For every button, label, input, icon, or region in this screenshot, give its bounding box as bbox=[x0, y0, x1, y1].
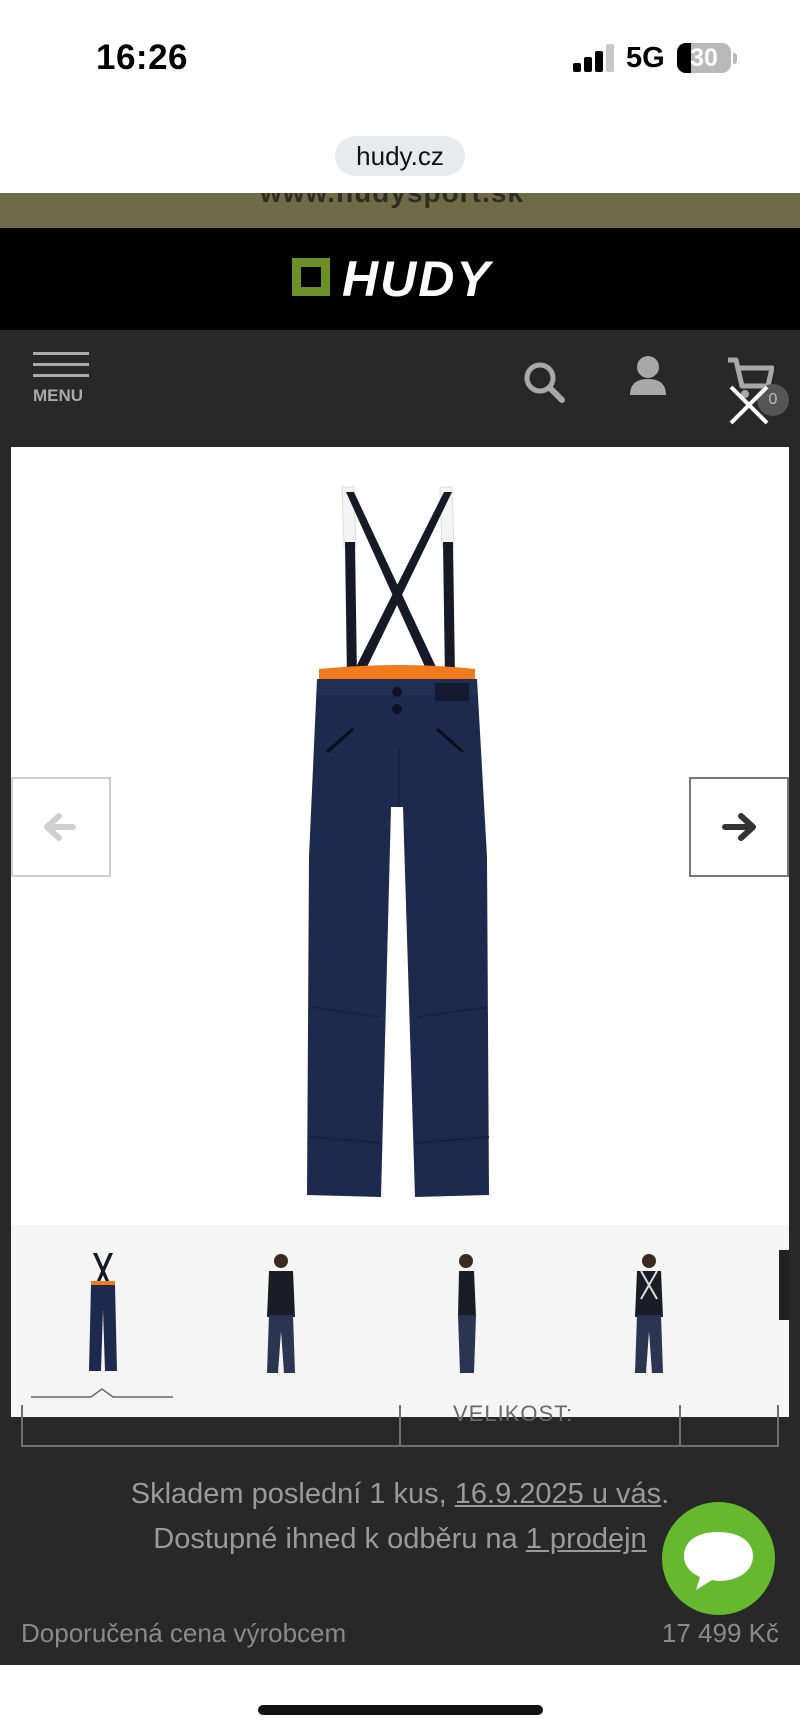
close-icon[interactable] bbox=[726, 382, 772, 428]
next-image-button[interactable] bbox=[689, 777, 789, 877]
product-image bbox=[307, 486, 490, 1197]
promo-strip[interactable]: www.hudysport.sk bbox=[0, 193, 800, 228]
thumbnail-2[interactable] bbox=[211, 1249, 351, 1379]
thumbnail-strip bbox=[11, 1225, 789, 1417]
prev-image-button[interactable] bbox=[11, 777, 111, 877]
logo-mark bbox=[292, 258, 330, 296]
user-icon[interactable] bbox=[628, 355, 668, 399]
thumbnail-5-partial[interactable] bbox=[779, 1250, 789, 1320]
price-value: 17 499 Kč bbox=[661, 1618, 779, 1648]
size-selector-table: VELIKOST: bbox=[21, 1401, 779, 1447]
stock-date-link[interactable]: 16.9.2025 u vás bbox=[455, 1478, 661, 1510]
price-label: Doporučená cena výrobcem bbox=[21, 1618, 347, 1648]
chat-button[interactable] bbox=[662, 1502, 775, 1615]
page: 16:26 5G 30 hudy.cz www.hudysport.sk HUD… bbox=[0, 0, 800, 1734]
pickup-store-link[interactable]: 1 prodejn bbox=[526, 1523, 647, 1555]
network-label: 5G bbox=[626, 42, 665, 74]
thumbnail-1[interactable] bbox=[31, 1249, 171, 1379]
arrow-left-icon bbox=[44, 813, 76, 841]
price-row: Doporučená cena výrobcem 17 499 Kč bbox=[21, 1618, 779, 1649]
menu-icon[interactable] bbox=[33, 352, 89, 378]
thumbnail-3[interactable] bbox=[396, 1249, 536, 1379]
chat-icon bbox=[684, 1532, 753, 1590]
battery-cap bbox=[733, 53, 737, 64]
pickup-prefix: Dostupné ihned k odběru na bbox=[153, 1523, 526, 1555]
logo-bar: HUDY bbox=[0, 228, 800, 330]
signal-icon bbox=[573, 44, 615, 72]
menu-label[interactable]: MENU bbox=[33, 386, 83, 406]
battery-level: 30 bbox=[690, 44, 718, 72]
search-icon[interactable] bbox=[522, 360, 566, 404]
promo-text: www.hudysport.sk bbox=[260, 193, 524, 209]
logo-text[interactable]: HUDY bbox=[342, 250, 492, 308]
thumbnail-4[interactable] bbox=[579, 1249, 719, 1379]
status-time: 16:26 bbox=[96, 38, 189, 77]
url-bar[interactable]: hudy.cz bbox=[335, 136, 465, 176]
stock-prefix: Skladem poslední 1 kus, bbox=[130, 1478, 455, 1510]
image-lightbox bbox=[11, 447, 789, 1417]
status-bar: 16:26 5G 30 bbox=[0, 0, 800, 118]
battery-icon: 30 bbox=[677, 43, 731, 73]
size-header: VELIKOST: bbox=[453, 1401, 574, 1426]
active-thumbnail-indicator bbox=[31, 1388, 173, 1398]
nav-bar: MENU 0 bbox=[0, 330, 800, 447]
home-indicator bbox=[258, 1705, 543, 1715]
arrow-right-icon bbox=[722, 813, 756, 841]
